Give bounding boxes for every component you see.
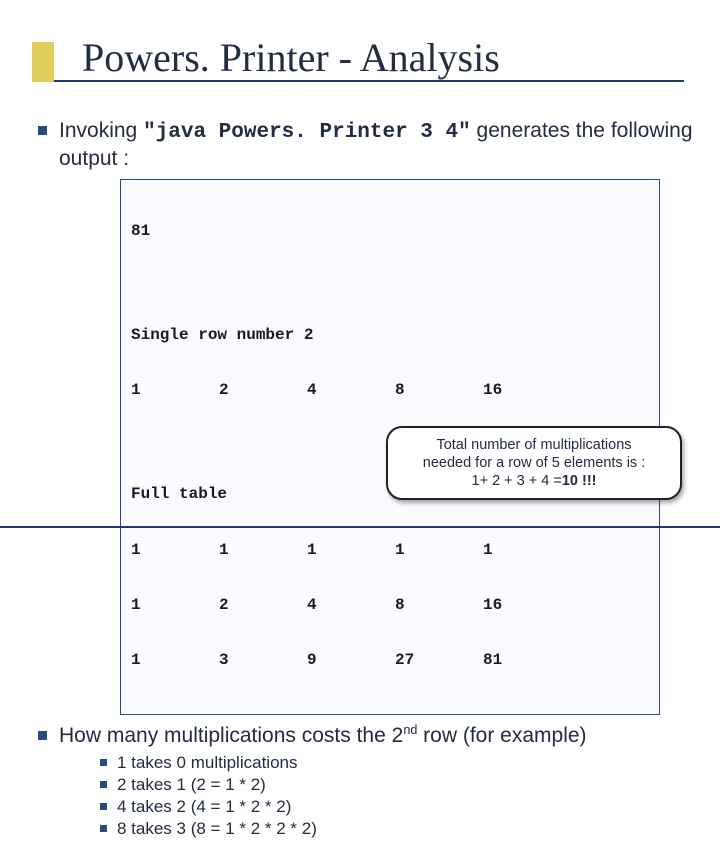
footer-line	[0, 526, 720, 528]
cell: 3	[219, 651, 307, 669]
output-single-row: 1 2 4 8 16	[131, 381, 649, 399]
callout-line1: Total number of multiplications	[436, 436, 631, 454]
cell: 2	[219, 596, 307, 614]
intro-cmd: "java Powers. Printer 3 4"	[143, 121, 471, 144]
cell: 1	[131, 596, 219, 614]
output-single-header: Single row number 2	[131, 326, 649, 344]
callout-line2: needed for a row of 5 elements is :	[423, 454, 645, 472]
cell: 8	[395, 596, 483, 614]
bullet-icon	[100, 781, 107, 788]
sub-item-label: 2 takes 1 (2 = 1 * 2)	[117, 775, 266, 795]
callout-answer: 10 !!!	[562, 473, 597, 489]
cell: 81	[483, 651, 571, 669]
question-sup: nd	[403, 723, 417, 737]
cell: 16	[483, 381, 571, 399]
callout-equation: 1+ 2 + 3 + 4 =	[472, 473, 562, 489]
cell: 27	[395, 651, 483, 669]
cell: 16	[483, 596, 571, 614]
question-bullet: How many multiplications costs the 2nd r…	[38, 723, 698, 749]
bullet-icon	[38, 126, 47, 135]
bullet-icon	[38, 731, 47, 740]
cell: 1	[219, 541, 307, 559]
question-pre: How many multiplications costs the 2	[59, 724, 403, 747]
intro-bullet: Invoking "java Powers. Printer 3 4" gene…	[38, 118, 698, 173]
bullet-icon	[100, 759, 107, 766]
question-text: How many multiplications costs the 2nd r…	[59, 723, 587, 749]
cell: 1	[131, 541, 219, 559]
list-item: 1 takes 0 multiplications	[100, 753, 698, 773]
bullet-icon	[100, 825, 107, 832]
cell: 1	[483, 541, 571, 559]
cell: 1	[395, 541, 483, 559]
cell: 8	[395, 381, 483, 399]
sub-bullets: 1 takes 0 multiplications 2 takes 1 (2 =…	[100, 753, 698, 839]
sub-item-label: 1 takes 0 multiplications	[117, 753, 297, 773]
cell: 2	[219, 381, 307, 399]
intro-text: Invoking "java Powers. Printer 3 4" gene…	[59, 118, 698, 173]
output-top: 81	[131, 222, 649, 240]
question-post: row (for example)	[417, 724, 586, 747]
intro-pre: Invoking	[59, 119, 143, 142]
table-row: 1 2 4 8 16	[131, 596, 649, 614]
sub-item-label: 4 takes 2 (4 = 1 * 2 * 2)	[117, 797, 291, 817]
cell: 4	[307, 381, 395, 399]
callout-box: Total number of multiplications needed f…	[386, 426, 682, 500]
cell: 1	[131, 651, 219, 669]
cell: 1	[307, 541, 395, 559]
table-row: 1 1 1 1 1	[131, 541, 649, 559]
list-item: 2 takes 1 (2 = 1 * 2)	[100, 775, 698, 795]
bullet-icon	[100, 803, 107, 810]
callout-line3: 1+ 2 + 3 + 4 =10 !!!	[472, 472, 597, 490]
list-item: 4 takes 2 (4 = 1 * 2 * 2)	[100, 797, 698, 817]
page-title: Powers. Printer - Analysis	[82, 34, 500, 81]
cell: 9	[307, 651, 395, 669]
cell: 1	[131, 381, 219, 399]
sub-item-label: 8 takes 3 (8 = 1 * 2 * 2 * 2)	[117, 819, 317, 839]
list-item: 8 takes 3 (8 = 1 * 2 * 2 * 2)	[100, 819, 698, 839]
cell: 4	[307, 596, 395, 614]
accent-bar	[32, 42, 54, 82]
table-row: 1 3 9 27 81	[131, 651, 649, 669]
